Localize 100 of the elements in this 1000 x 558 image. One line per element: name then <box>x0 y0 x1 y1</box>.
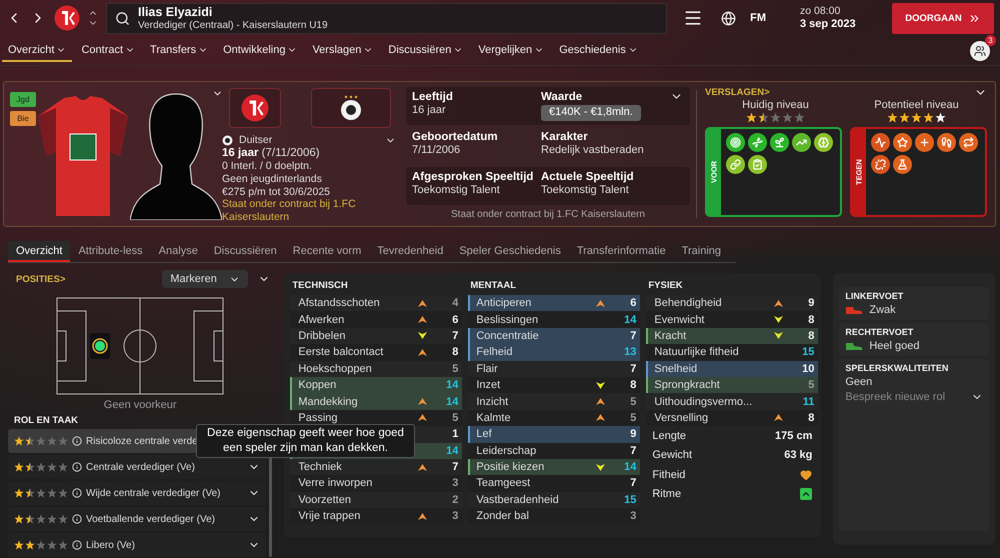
people-icon[interactable] <box>970 40 990 60</box>
attribute-name[interactable]: Hoekschoppen <box>298 362 418 375</box>
role-name: Wijde centrale verdediger (Ve) <box>86 488 221 498</box>
attribute-value: 6 <box>451 314 458 326</box>
nav-menu-item[interactable]: Transfers <box>144 39 214 62</box>
attribute-name[interactable]: Anticiperen <box>476 297 596 310</box>
stat-label: Lengte <box>652 430 686 442</box>
role-name: Libero (Ve) <box>86 540 135 550</box>
player-name: Ilias Elyazidi <box>138 4 214 20</box>
search-field[interactable]: Ilias Elyazidi Verdediger (Centraal) - Kaiserslautern U19 <box>106 2 668 34</box>
attribute-name[interactable]: Kalmte <box>476 412 596 424</box>
attribute-value: 5 <box>629 396 636 408</box>
attribute-value: 14 <box>445 396 458 408</box>
role-dropdown[interactable]: Bespreek nieuwe rol <box>845 391 983 403</box>
tab[interactable]: Tevredenheid <box>369 241 452 262</box>
reports-link[interactable]: VERSLAGEN> <box>705 87 770 98</box>
chevron-up-icon <box>800 488 812 500</box>
attribute-name[interactable]: Felheid <box>476 346 596 358</box>
youth-caps-text: Geen jeugdinterlands <box>222 172 323 186</box>
nav-menu-item[interactable]: Vergelijken <box>472 39 550 62</box>
role-name: Voetballende verdediger (Ve) <box>86 514 215 524</box>
star-icon <box>47 514 57 524</box>
attribute-name[interactable]: Koppen <box>298 379 418 392</box>
section-title: RECHTERVOET <box>845 327 914 337</box>
nav-menu-item[interactable]: Verslagen <box>306 39 380 62</box>
attribute-name[interactable]: Kracht <box>654 330 774 342</box>
attribute-name[interactable]: Vrije trappen <box>298 510 418 522</box>
nav-menu-item[interactable]: Overzicht <box>2 39 72 62</box>
attribute-name[interactable]: Versnelling <box>654 412 774 424</box>
attribute-name[interactable]: Inzet <box>476 379 596 392</box>
attribute-value: 8 <box>451 346 458 358</box>
age-text: 16 jaar (7/11/2006) <box>222 146 321 160</box>
attribute-name[interactable]: Beslissingen <box>476 314 596 326</box>
attribute-name[interactable]: Dribbelen <box>298 330 418 342</box>
nav-menu-item[interactable]: Contract <box>75 39 142 62</box>
tab[interactable]: Recente vorm <box>284 241 370 262</box>
attribute-name[interactable]: Inzicht <box>476 396 596 408</box>
attribute-value: 8 <box>807 330 814 342</box>
role-row[interactable]: Wijde centrale verdediger (Ve) <box>8 481 266 505</box>
nav-menu-item[interactable]: Ontwikkeling <box>217 39 304 62</box>
attribute-name[interactable]: Leiderschap <box>476 444 596 457</box>
nationality: Duitser <box>239 134 272 147</box>
globe-button[interactable] <box>721 10 736 26</box>
star-icon <box>47 462 57 472</box>
tab[interactable]: Analyse <box>150 241 206 262</box>
attribute-name[interactable]: Eerste balcontact <box>298 346 418 358</box>
role-row[interactable]: Libero (Ve) <box>8 533 266 557</box>
attribute-name[interactable]: Verre inworpen <box>298 477 418 490</box>
tab[interactable]: Attribute-less <box>70 241 151 262</box>
continue-button[interactable]: DOORGAAN <box>892 2 994 34</box>
attribute-value: 9 <box>629 428 636 440</box>
star-icon <box>746 112 757 123</box>
attribute-name[interactable]: Sprongkracht <box>654 379 774 392</box>
flask-icon <box>893 155 912 174</box>
date: 3 sep 2023 <box>800 18 857 32</box>
nav-menu-item[interactable]: Geschiedenis <box>553 39 644 62</box>
attribute-name[interactable]: Positie kiezen <box>476 461 596 474</box>
attribute-name[interactable]: Voorzetten <box>298 494 418 506</box>
attribute-name[interactable]: Afwerken <box>298 314 418 326</box>
star-icon <box>25 462 35 472</box>
attribute-name[interactable]: Afstandsschoten <box>298 297 418 310</box>
attribute-value: 7 <box>629 362 636 375</box>
attribute-name[interactable]: Natuurlijke fitheid <box>654 346 774 358</box>
attribute-value: 5 <box>629 412 636 424</box>
nav-menu-item[interactable]: Discussiëren <box>382 39 470 62</box>
stat-label: Gewicht <box>652 449 692 462</box>
attribute-name[interactable]: Concentratie <box>476 330 596 342</box>
clipboard-icon <box>748 155 767 174</box>
fact-label: Afgesproken Speeltijd <box>412 170 534 184</box>
attribute-name[interactable]: Teamgeest <box>476 477 596 490</box>
tab[interactable]: Speler Geschiedenis <box>451 241 569 262</box>
attribute-value: 3 <box>451 510 458 522</box>
foot-rating: Zwak <box>869 304 896 316</box>
positions-link[interactable]: POSITIES> <box>16 274 66 284</box>
attribute-name[interactable]: Lef <box>476 428 596 440</box>
attribute-name[interactable]: Mandekking <box>298 396 418 408</box>
fact-value: 16 jaar <box>412 104 446 118</box>
role-row[interactable]: Voetballende verdediger (Ve) <box>8 507 266 531</box>
attribute-value: 5 <box>807 379 814 392</box>
notification-badge: 3 <box>985 34 996 46</box>
attribute-name[interactable]: Zonder bal <box>476 510 596 522</box>
heart-icon <box>800 468 812 481</box>
info-icon <box>72 540 82 550</box>
attribute-name[interactable]: Flair <box>476 362 596 375</box>
tab[interactable]: Transferinformatie <box>568 241 674 262</box>
view-dropdown[interactable]: Markeren <box>162 270 248 288</box>
tab[interactable]: Discussiëren <box>206 241 285 262</box>
fact-label: Actuele Speeltijd <box>541 170 634 184</box>
attribute-name[interactable]: Passing <box>298 412 418 424</box>
section-title: ROL EN TAAK <box>13 414 80 428</box>
tab[interactable]: Overzicht <box>8 241 70 262</box>
attribute-name[interactable]: Behendigheid <box>654 297 774 310</box>
attribute-name[interactable]: Techniek <box>298 461 418 474</box>
tab[interactable]: Training <box>674 241 730 262</box>
attribute-name[interactable]: Evenwicht <box>654 314 774 326</box>
role-row[interactable]: Centrale verdediger (Ve) <box>8 455 266 479</box>
attribute-name[interactable]: Vastberadenheid <box>476 494 596 506</box>
star-icon <box>25 514 35 524</box>
attribute-name[interactable]: Uithoudingsvermo... <box>654 396 774 408</box>
attribute-name[interactable]: Snelheid <box>654 362 774 375</box>
